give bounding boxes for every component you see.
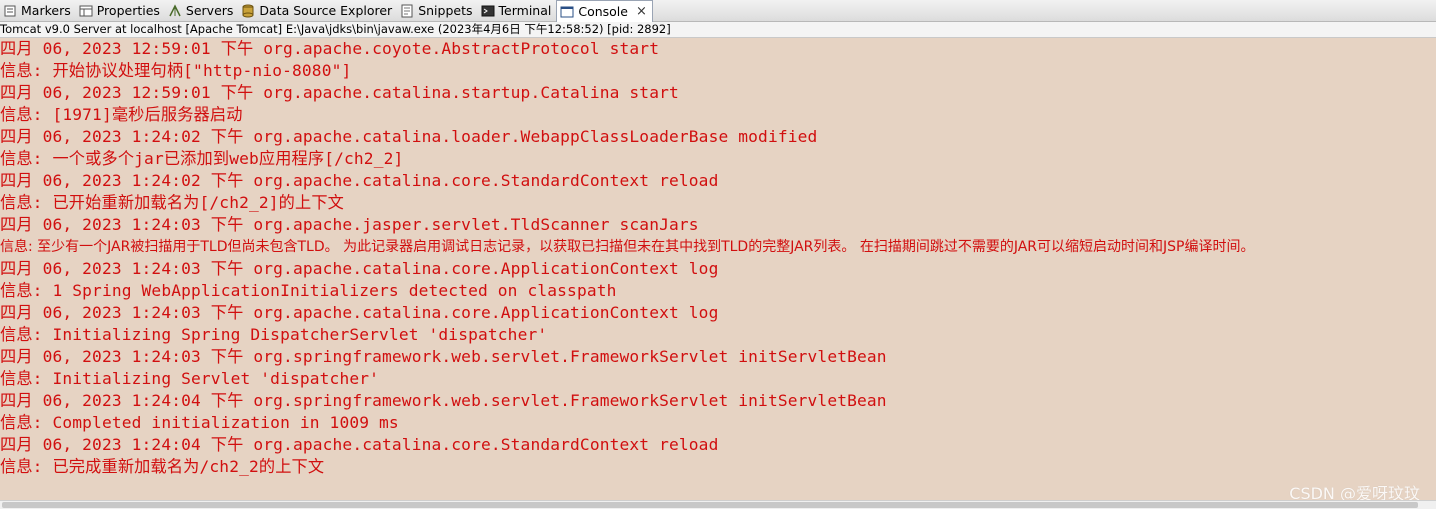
console-line: 信息: Initializing Spring DispatcherServle… [0, 325, 548, 344]
console-line: 信息: 一个或多个jar已添加到web应用程序[/ch2_2] [0, 149, 404, 168]
horizontal-scrollbar[interactable] [0, 500, 1436, 509]
tab-data-source-explorer[interactable]: Data Source Explorer [238, 0, 397, 21]
console-output[interactable]: 四月 06, 2023 12:59:01 下午 org.apache.coyot… [0, 38, 1436, 500]
tab-properties[interactable]: Properties [76, 0, 165, 21]
console-line: 四月 06, 2023 12:59:01 下午 org.apache.coyot… [0, 39, 660, 58]
console-line: 四月 06, 2023 1:24:02 下午 org.apache.catali… [0, 171, 719, 190]
tab-snippets[interactable]: Snippets [397, 0, 477, 21]
scrollbar-thumb[interactable] [2, 502, 1418, 508]
tab-servers[interactable]: Servers [165, 0, 239, 21]
tab-label: Data Source Explorer [259, 3, 393, 18]
console-line: 四月 06, 2023 1:24:04 下午 org.springframewo… [0, 391, 887, 410]
terminal-icon [481, 4, 495, 18]
console-line: 信息: [1971]毫秒后服务器启动 [0, 105, 243, 124]
console-line: 四月 06, 2023 1:24:03 下午 org.apache.catali… [0, 259, 719, 278]
console-line: 信息: 已完成重新加载名为/ch2_2的上下文 [0, 457, 325, 476]
tab-label: Properties [96, 3, 160, 18]
tab-label: Servers [185, 3, 234, 18]
console-line: 四月 06, 2023 1:24:03 下午 org.springframewo… [0, 347, 887, 366]
console-line: 信息: 至少有一个JAR被扫描用于TLD但尚未包含TLD。 为此记录器启用调试日… [0, 239, 1255, 255]
console-line: 信息: 1 Spring WebApplicationInitializers … [0, 281, 617, 300]
console-line: 四月 06, 2023 1:24:04 下午 org.apache.catali… [0, 435, 719, 454]
console-line: 四月 06, 2023 1:24:03 下午 org.apache.jasper… [0, 215, 699, 234]
tab-label: Snippets [418, 3, 473, 18]
console-line: 四月 06, 2023 1:24:02 下午 org.apache.catali… [0, 127, 818, 146]
tab-label: Console [578, 4, 628, 19]
markers-icon [3, 4, 17, 18]
console-icon [560, 5, 574, 19]
tab-label: Markers [21, 3, 71, 18]
tab-markers[interactable]: Markers [0, 0, 76, 21]
console-line: 信息: 已开始重新加载名为[/ch2_2]的上下文 [0, 193, 345, 212]
tab-console[interactable]: Console × [556, 0, 653, 22]
view-tab-bar: Markers Properties Servers Data Source E… [0, 0, 1436, 22]
data-source-icon [241, 4, 255, 18]
console-line: 四月 06, 2023 1:24:03 下午 org.apache.catali… [0, 303, 719, 322]
process-description: Tomcat v9.0 Server at localhost [Apache … [0, 22, 1436, 38]
console-line: 信息: 开始协议处理句柄["http-nio-8080"] [0, 61, 352, 80]
console-line: 信息: Completed initialization in 1009 ms [0, 413, 399, 432]
close-icon[interactable]: × [636, 5, 647, 18]
console-line: 信息: Initializing Servlet 'dispatcher' [0, 369, 380, 388]
servers-icon [168, 3, 182, 18]
tab-terminal[interactable]: Terminal [478, 0, 557, 21]
console-line: 四月 06, 2023 12:59:01 下午 org.apache.catal… [0, 83, 679, 102]
snippets-icon [400, 4, 414, 18]
properties-icon [79, 4, 93, 18]
tab-label: Terminal [498, 3, 552, 18]
